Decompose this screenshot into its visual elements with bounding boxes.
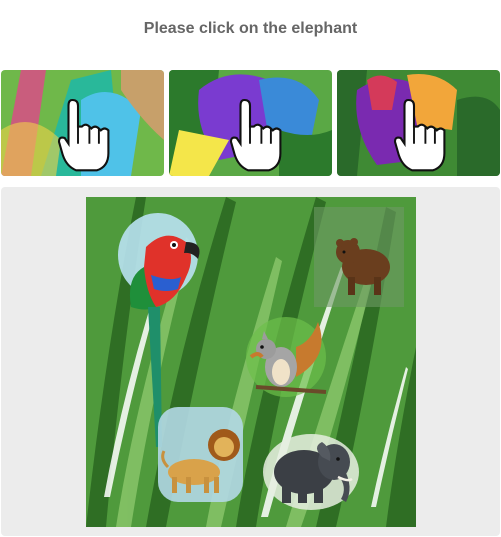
example-image-1 [1, 70, 164, 176]
example-tile-1[interactable] [1, 70, 164, 176]
example-image-2 [169, 70, 332, 176]
challenge-panel [1, 187, 500, 536]
example-tiles [1, 70, 500, 177]
captcha-prompt: Please click on the elephant [143, 20, 358, 37]
example-tile-3[interactable] [337, 70, 500, 176]
lion-icon [158, 407, 243, 502]
jungle-scene [86, 197, 416, 527]
example-image-3 [337, 70, 500, 176]
challenge-image[interactable] [86, 197, 416, 527]
squirrel-icon [246, 317, 327, 397]
example-tile-2[interactable] [169, 70, 332, 176]
bear-icon [314, 207, 404, 307]
elephant-icon [263, 434, 359, 510]
